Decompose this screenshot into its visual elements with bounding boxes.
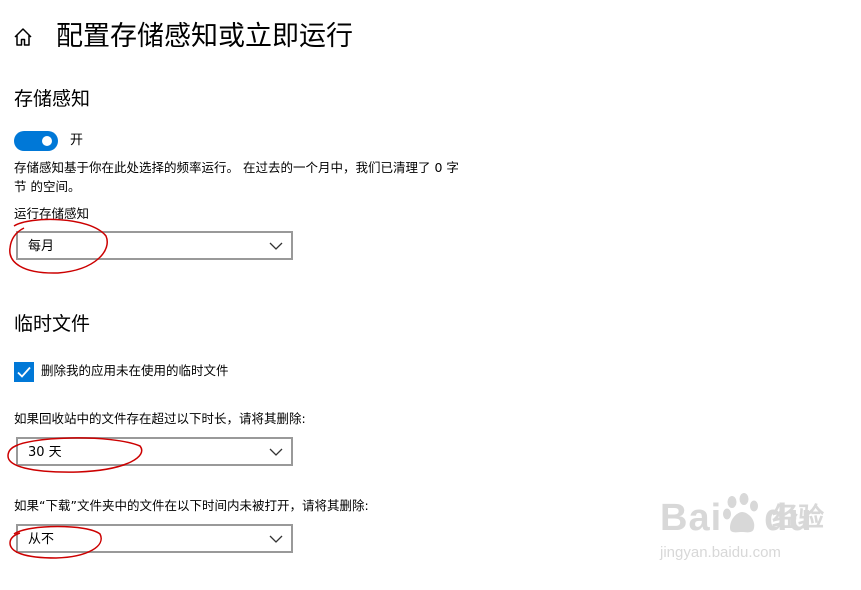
paw-icon xyxy=(723,493,758,533)
toggle-label: 开 xyxy=(70,133,84,148)
chevron-down-icon xyxy=(269,242,283,250)
delete-temp-files-checkbox[interactable] xyxy=(14,362,34,382)
storage-sense-description: 存储感知基于你在此处选择的频率运行。 在过去的一个月中，我们已清理了 0 字节 … xyxy=(14,160,459,194)
recycle-bin-dropdown[interactable]: 30 天 xyxy=(16,437,293,466)
downloads-label: 如果“下载”文件夹中的文件在以下时间内未被打开，请将其删除: xyxy=(14,498,369,513)
storage-sense-toggle[interactable] xyxy=(14,131,58,151)
temp-files-heading: 临时文件 xyxy=(14,313,91,335)
downloads-value: 从不 xyxy=(28,532,55,547)
home-icon[interactable] xyxy=(12,26,34,48)
storage-sense-heading: 存储感知 xyxy=(14,88,91,110)
baidu-jingyan-watermark: Bai du 经验 jingyan.baidu.com xyxy=(660,492,850,572)
toggle-knob xyxy=(42,136,52,146)
recycle-bin-label: 如果回收站中的文件存在超过以下时长，请将其删除: xyxy=(14,411,306,426)
checkmark-icon xyxy=(17,366,31,378)
recycle-bin-value: 30 天 xyxy=(28,445,62,460)
watermark-cn: 经验 xyxy=(772,503,825,533)
run-storage-sense-label: 运行存储感知 xyxy=(14,206,90,221)
page-title: 配置存储感知或立即运行 xyxy=(56,21,353,52)
downloads-dropdown[interactable]: 从不 xyxy=(16,524,293,553)
run-frequency-dropdown[interactable]: 每月 xyxy=(16,231,293,260)
chevron-down-icon xyxy=(269,535,283,543)
chevron-down-icon xyxy=(269,448,283,456)
watermark-url: jingyan.baidu.com xyxy=(660,544,781,561)
delete-temp-files-label: 删除我的应用未在使用的临时文件 xyxy=(41,363,229,378)
run-frequency-value: 每月 xyxy=(28,239,55,254)
